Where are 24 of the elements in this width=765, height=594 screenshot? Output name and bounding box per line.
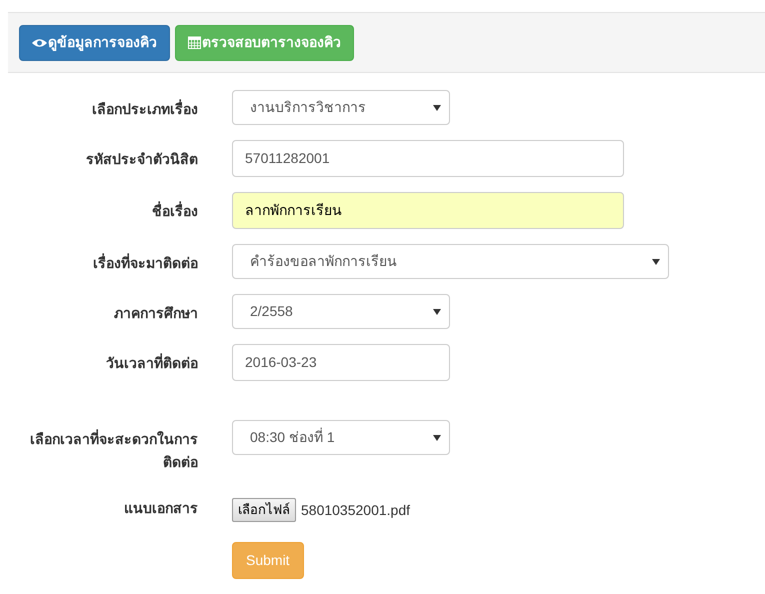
eye-icon [32, 38, 47, 48]
input-field[interactable]: 2016-03-23 [232, 344, 450, 381]
caret-icon [433, 104, 441, 110]
calendar-icon [188, 36, 201, 49]
dropdown-field[interactable]: งานบริการวิชาการ [232, 90, 450, 125]
input-field[interactable]: ลากพักการเรียน [232, 192, 624, 229]
caret-icon [433, 308, 441, 314]
field-label: รหัสประจำตัวนิสิต [86, 150, 198, 169]
field-label: เลือกเวลาที่จะสะดวกในการติดต่อ [29, 428, 198, 472]
view-button[interactable]: ดูข้อมูลการจองคิว [19, 24, 170, 60]
dropdown-field[interactable]: คำร้องขอลาพักการเรียน [232, 244, 669, 279]
field-label: เรื่องที่จะมาติดต่อ [93, 252, 198, 273]
input-field[interactable]: 57011282001 [232, 140, 624, 177]
caret-icon [652, 258, 660, 264]
file-name: 58010352001.pdf [301, 500, 410, 520]
field-label: แนบเอกสาร [124, 499, 198, 518]
dropdown-field[interactable]: 08:30 ช่องที่ 1 [232, 420, 450, 455]
field-label: ภาคการศึกษา [114, 304, 198, 323]
caret-icon [433, 434, 441, 440]
dropdown-field[interactable]: 2/2558 [232, 294, 450, 329]
field-label: เลือกประเภทเรื่อง [92, 98, 198, 119]
choose-file-button[interactable]: เลือกไฟล์ [232, 498, 296, 522]
field-label: วันเวลาที่ติดต่อ [106, 352, 198, 373]
field-label: ชื่อเรื่อง [152, 200, 198, 221]
